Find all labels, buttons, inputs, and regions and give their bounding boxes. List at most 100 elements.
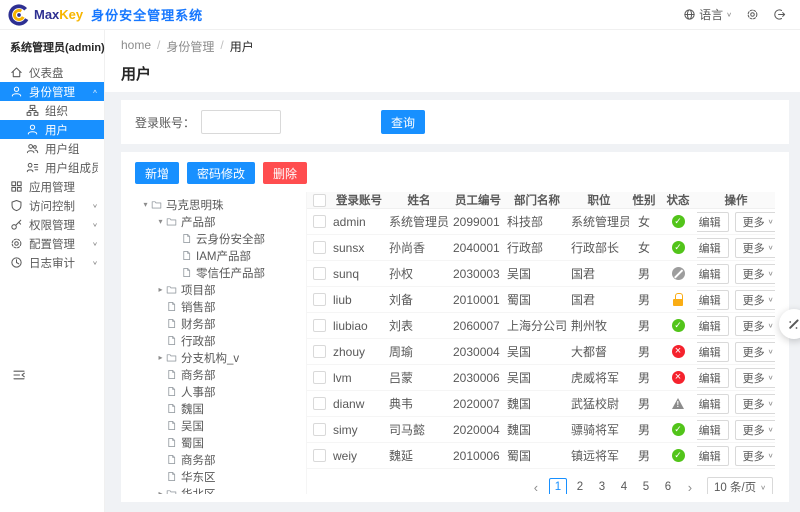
tree-node-label: 魏国 [181,403,204,416]
more-button[interactable]: 更多 ∨ [734,211,775,232]
sidebar-item[interactable]: 用户组 [0,139,104,158]
sidebar-item[interactable]: 组织 [0,101,104,120]
row-checkbox[interactable] [312,371,326,384]
sidebar-item[interactable]: 权限管理 ∨ [0,215,104,234]
more-button[interactable]: 更多 ∨ [734,419,775,440]
tree-node[interactable]: ▸ 项目部 [137,281,302,298]
more-button[interactable]: 更多 ∨ [734,289,775,310]
edit-button[interactable]: 编辑 [697,419,729,440]
row-checkbox[interactable] [312,215,326,228]
chevron-down-icon: ∨ [767,425,774,434]
tree-node[interactable]: ▾ 产品部 [137,213,302,230]
tree-node[interactable]: 华东区 [137,468,302,485]
sidebar-item[interactable]: 应用管理 [0,177,104,196]
select-all-checkbox[interactable] [312,193,326,207]
sidebar-item[interactable]: 配置管理 ∨ [0,234,104,253]
edit-button[interactable]: 编辑 [697,367,729,388]
sidebar-item[interactable]: 日志审计 ∨ [0,253,104,272]
more-button[interactable]: 更多 ∨ [734,341,775,362]
next-page-button[interactable]: › [681,478,699,495]
tree-node[interactable]: 商务部 [137,451,302,468]
page-number[interactable]: 4 [615,478,633,494]
page-number[interactable]: 2 [571,478,589,494]
tree-node[interactable]: 蜀国 [137,434,302,451]
tree-node[interactable]: 商务部 [137,366,302,383]
more-button[interactable]: 更多 ∨ [734,445,775,466]
sidebar-collapse-button[interactable] [12,368,26,382]
tree-node[interactable]: 人事部 [137,383,302,400]
tree-node[interactable]: 销售部 [137,298,302,315]
sidebar-item[interactable]: 仪表盘 [0,63,104,82]
tree-node[interactable]: ▸ 华北区 [137,485,302,494]
tree-node[interactable]: 吴国 [137,417,302,434]
table-header-row: 登录账号 姓名 员工编号 部门名称 职位 性别 状态 操作 [307,192,775,209]
row-checkbox[interactable] [312,423,326,436]
page-number[interactable]: 3 [593,478,611,494]
add-button[interactable]: 新增 [135,162,180,184]
tree-node[interactable]: 魏国 [137,400,302,417]
row-checkbox[interactable] [312,319,326,332]
edit-button[interactable]: 编辑 [697,315,729,336]
cell-gender: 女 [637,241,650,255]
caret-icon[interactable]: ▸ [155,489,166,494]
caret-icon[interactable]: ▾ [140,200,151,209]
breadcrumb-item[interactable]: 用户 [230,38,254,55]
more-button-label: 更多 [742,320,765,333]
sidebar-item-label: 用户 [45,124,68,137]
row-checkbox[interactable] [312,293,326,306]
caret-icon[interactable]: ▾ [155,217,166,226]
row-checkbox[interactable] [312,397,326,410]
caret-icon[interactable]: ▸ [155,285,166,294]
page-size-select[interactable]: 10 条/页 ∨ [706,477,773,494]
sidebar-item[interactable]: 用户 [0,120,104,139]
edit-button[interactable]: 编辑 [697,393,729,414]
language-selector[interactable]: 语言 ∨ [683,6,732,23]
delete-button[interactable]: 删除 [263,162,308,184]
tree-node[interactable]: 财务部 [137,315,302,332]
edit-button[interactable]: 编辑 [697,237,729,258]
page-number[interactable]: 1 [548,478,567,494]
settings-gear-icon[interactable] [746,8,759,21]
prev-page-button[interactable]: ‹ [527,478,545,495]
search-button[interactable]: 查询 [381,110,426,134]
row-checkbox[interactable] [312,267,326,280]
login-account-input[interactable] [201,110,282,134]
row-checkbox[interactable] [312,241,326,254]
edit-button[interactable]: 编辑 [697,445,729,466]
tree-node[interactable]: ▾ 马克思明珠 [137,196,302,213]
file-icon [166,386,178,398]
edit-button[interactable]: 编辑 [697,211,729,232]
breadcrumb-item[interactable]: home [121,38,151,55]
chevron-icon: ∨ [92,221,98,228]
more-button[interactable]: 更多 ∨ [734,237,775,258]
tree-node-label: 分支机构_v [181,352,240,365]
more-button[interactable]: 更多 ∨ [734,393,775,414]
edit-button[interactable]: 编辑 [697,289,729,310]
tree-node[interactable]: 云身份安全部 [137,230,302,247]
logout-icon[interactable] [773,8,786,21]
chevron-down-icon: ∨ [767,373,774,382]
tree-node[interactable]: 行政部 [137,332,302,349]
page-number[interactable]: 5 [637,478,655,494]
sidebar-item[interactable]: 身份管理 ∧ [0,82,104,101]
sidebar-item[interactable]: 用户组成员 [0,158,104,177]
change-password-button[interactable]: 密码修改 [187,162,256,184]
cell-department: 蜀国 [507,449,532,463]
more-button[interactable]: 更多 ∨ [734,263,775,284]
edit-button[interactable]: 编辑 [697,341,729,362]
more-button[interactable]: 更多 ∨ [734,367,775,388]
tree-node[interactable]: ▸ 分支机构_v [137,349,302,366]
more-button[interactable]: 更多 ∨ [734,315,775,336]
row-checkbox[interactable] [312,345,326,358]
tree-node[interactable]: IAM产品部 [137,247,302,264]
breadcrumb-item[interactable]: 身份管理 [166,38,214,55]
page-number[interactable]: 6 [659,478,677,494]
edit-button[interactable]: 编辑 [697,263,729,284]
status-icon [671,449,685,462]
sidebar-item[interactable]: 访问控制 ∨ [0,196,104,215]
breadcrumb-separator: / [157,38,161,52]
folder-icon [166,352,178,364]
tree-node[interactable]: 零信任产品部 [137,264,302,281]
row-checkbox[interactable] [312,449,326,462]
caret-icon[interactable]: ▸ [155,353,166,362]
